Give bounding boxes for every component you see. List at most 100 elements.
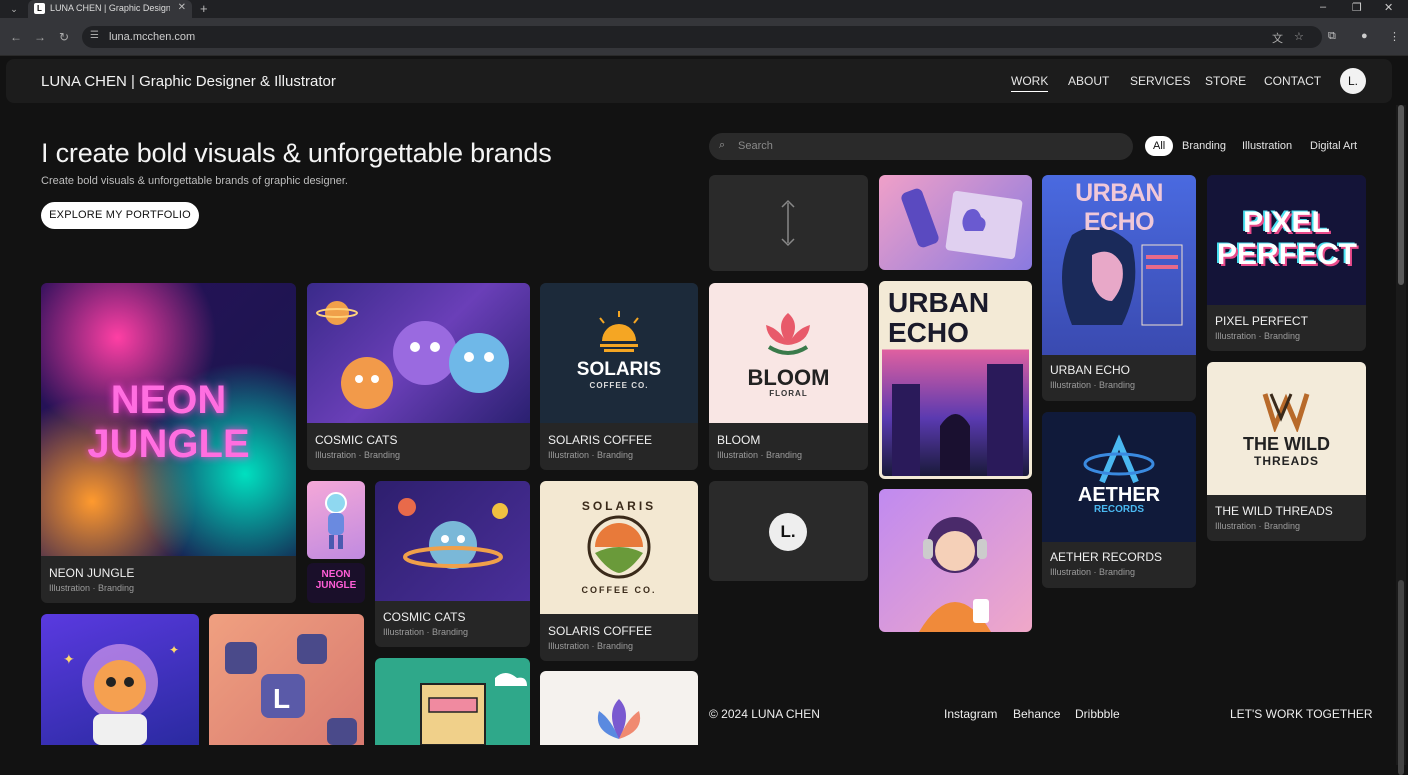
urban-echo-artwork: URBAN ECHO (1042, 175, 1196, 355)
card-title: COSMIC CATS (383, 610, 466, 624)
nav-store[interactable]: STORE (1205, 74, 1246, 88)
search-icon: ⌕ (719, 139, 726, 151)
window-close-icon[interactable]: ✕ (1384, 1, 1393, 14)
astro-cat-icon: ✦✦ (63, 643, 179, 745)
explore-portfolio-button[interactable]: EXPLORE MY PORTFOLIO (41, 202, 199, 229)
site-info-icon[interactable]: ☰ (90, 30, 99, 41)
card-lotus[interactable] (540, 671, 698, 745)
wild-art-sub: THREADS (1253, 454, 1319, 468)
card-tags: Illustration · Branding (315, 450, 401, 460)
nav-contact[interactable]: CONTACT (1264, 74, 1321, 88)
card-tags: Illustration · Branding (717, 450, 803, 460)
translate-icon[interactable]: 文 (1272, 30, 1283, 46)
cosmic-cats-2-artwork (375, 481, 530, 601)
neon-jungle-artwork: NEON JUNGLE (41, 283, 296, 556)
back-icon[interactable]: ← (10, 30, 22, 44)
aether-artwork: AETHER RECORDS (1042, 412, 1196, 542)
extensions-icon[interactable]: ⧉ (1328, 30, 1336, 43)
tab-search-icon[interactable]: ⌄ (6, 2, 22, 16)
astronaut-icon (325, 492, 347, 549)
card-solaris-coffee-2[interactable]: SOLARIS COFFEE CO. SOLARIS COFFEE Illust… (540, 481, 698, 661)
footer-link-behance[interactable]: Behance (1013, 707, 1060, 721)
brand-title[interactable]: LUNA CHEN | Graphic Designer & Illustrat… (41, 73, 336, 90)
card-small-neon[interactable]: NEON JUNGLE (307, 563, 365, 603)
more-options-icon[interactable]: ⋮ (1389, 30, 1400, 43)
scrollbar[interactable] (1396, 105, 1406, 775)
card-retro-building[interactable] (375, 658, 530, 745)
card-urban-echo-poster[interactable]: URBAN ECHO (879, 281, 1032, 479)
solaris-2-art-sub: COFFEE CO. (581, 585, 657, 595)
scrollbar-thumb-lower[interactable] (1398, 580, 1404, 775)
aether-logo-icon (1083, 434, 1155, 484)
card-urban-echo[interactable]: URBAN ECHO URBAN ECHO Illustration · Bra… (1042, 175, 1196, 401)
card-letter-tiles[interactable]: L (209, 614, 364, 745)
wild-threads-logo-icon (1262, 393, 1310, 434)
card-packaging[interactable] (879, 175, 1032, 270)
card-solaris-coffee[interactable]: SOLARIS COFFEE CO. SOLARIS COFFEE Illust… (540, 283, 698, 470)
solaris-art-main: SOLARIS (576, 359, 662, 380)
new-tab-icon[interactable]: + (200, 1, 208, 16)
maximize-icon[interactable]: ❐ (1352, 1, 1362, 14)
card-small-astronaut[interactable] (307, 481, 365, 559)
city-skyline-icon (892, 364, 1023, 476)
footer-copyright: © 2024 LUNA CHEN (709, 707, 820, 721)
card-bloom[interactable]: BLOOM FLORAL BLOOM Illustration · Brandi… (709, 283, 868, 470)
nav-about[interactable]: ABOUT (1068, 74, 1109, 88)
card-tags: Illustration · Branding (1215, 331, 1301, 341)
small-neon-art-text: NEON JUNGLE (315, 569, 357, 591)
search-placeholder: Search (738, 140, 773, 152)
filter-all[interactable]: All (1145, 136, 1174, 156)
card-placeholder[interactable] (709, 175, 868, 271)
card-neon-jungle[interactable]: NEON JUNGLE NEON JUNGLE Illustration · B… (41, 283, 296, 603)
card-cosmic-cats[interactable]: COSMIC CATS Illustration · Branding (307, 283, 530, 470)
reload-icon[interactable]: ↻ (59, 30, 69, 44)
forward-icon[interactable]: → (34, 30, 46, 44)
flower-icon (766, 313, 810, 355)
pixel-art-text: PIXEL PERFECT (1217, 206, 1358, 271)
card-headphones-girl[interactable] (879, 489, 1032, 632)
close-icon[interactable]: ✕ (178, 2, 186, 13)
browser-tab-bar: ⌄ L LUNA CHEN | Graphic Designer ✕ + – ❐… (0, 0, 1408, 18)
url-field[interactable]: ☰ luna.mcchen.com 文 ☆ (82, 26, 1322, 48)
bookmark-star-icon[interactable]: ☆ (1294, 30, 1304, 43)
sun-icon (599, 311, 639, 352)
profile-icon[interactable]: ● (1361, 30, 1368, 42)
search-input[interactable]: ⌕ Search (709, 133, 1133, 160)
card-title: SOLARIS COFFEE (548, 433, 653, 447)
avatar[interactable]: L. (1340, 68, 1366, 94)
card-title: URBAN ECHO (1050, 363, 1131, 377)
minimize-icon[interactable]: – (1320, 1, 1326, 13)
urban-echo-art-text: URBAN ECHO (1075, 179, 1163, 236)
card-astro-cat[interactable]: ✦ ✦ (41, 614, 199, 745)
card-tags: Illustration · Branding (548, 450, 634, 460)
card-tags: Illustration · Branding (548, 641, 634, 651)
bloom-art-main: BLOOM (747, 365, 830, 390)
card-title: BLOOM (717, 433, 761, 447)
footer-cta[interactable]: LET'S WORK TOGETHER (1230, 707, 1373, 721)
card-pixel-perfect[interactable]: PIXEL PERFECT PIXEL PERFECT Illustration… (1207, 175, 1366, 351)
solaris-artwork: SOLARIS COFFEE CO. (540, 283, 698, 423)
site-header: LUNA CHEN | Graphic Designer & Illustrat… (6, 59, 1392, 103)
nav-services[interactable]: SERVICES (1130, 74, 1190, 88)
scrollbar-thumb[interactable] (1398, 105, 1404, 285)
card-aether-records[interactable]: AETHER RECORDS AETHER RECORDS Illustrati… (1042, 412, 1196, 588)
resize-vertical-icon (781, 199, 795, 247)
filter-illustration[interactable]: Illustration (1242, 140, 1292, 152)
filter-digital-art[interactable]: Digital Art (1310, 140, 1357, 152)
aether-art-sub: RECORDS (1093, 504, 1144, 515)
filter-branding[interactable]: Branding (1182, 140, 1226, 152)
card-title: AETHER RECORDS (1050, 550, 1163, 564)
nav-work[interactable]: WORK (1011, 74, 1049, 92)
card-cosmic-cats-2[interactable]: COSMIC CATS Illustration · Branding (375, 481, 530, 647)
footer-link-dribbble[interactable]: Dribbble (1075, 707, 1120, 721)
card-wild-threads[interactable]: THE WILD THREADS THE WILD THREADS Illust… (1207, 362, 1366, 541)
card-logo[interactable]: L. (709, 481, 868, 581)
cats-icon (316, 301, 509, 409)
card-tags: Illustration · Branding (1050, 380, 1136, 390)
url-text[interactable]: luna.mcchen.com (109, 31, 195, 43)
urban-echo-poster-artwork: URBAN ECHO (882, 284, 1029, 476)
browser-tab[interactable]: L LUNA CHEN | Graphic Designer ✕ (28, 0, 192, 18)
lotus-icon (597, 699, 641, 739)
footer-link-instagram[interactable]: Instagram (944, 707, 997, 721)
solaris-art-sub: COFFEE CO. (589, 381, 649, 390)
